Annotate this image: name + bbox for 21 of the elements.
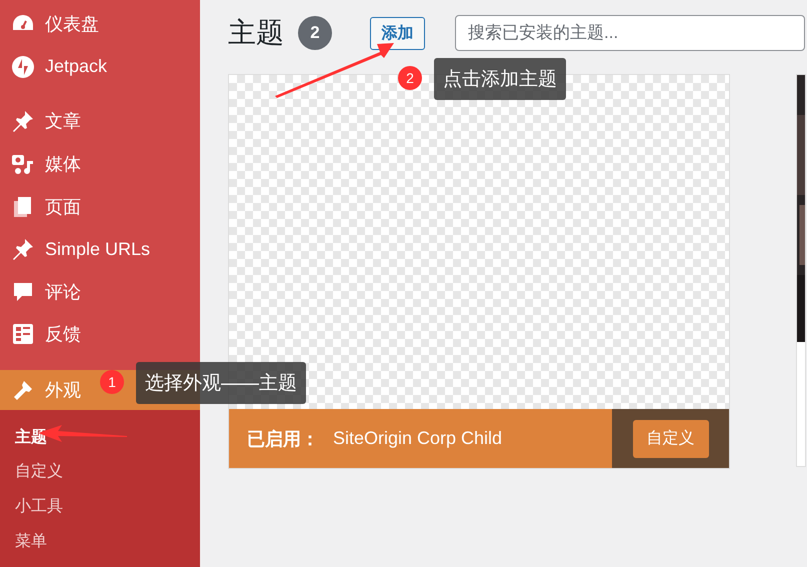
add-button[interactable]: 添加 <box>370 16 425 50</box>
menu-item[interactable]: 页面 <box>0 185 200 228</box>
callout-tooltip: 选择外观——主题 <box>136 362 306 404</box>
submenu-item[interactable]: 小工具 <box>0 489 200 524</box>
menu-item[interactable]: 反馈 <box>0 313 200 356</box>
menu-item[interactable]: Simple URLs <box>0 228 200 271</box>
submenu-item[interactable]: 菜单 <box>0 524 200 558</box>
menu-item[interactable]: 文章 <box>0 100 200 143</box>
customize-button[interactable]: 自定义 <box>632 420 708 458</box>
active-label: 已启用： <box>247 428 319 450</box>
menu-item[interactable]: 媒体 <box>0 142 200 186</box>
theme-name: SiteOrigin Corp Child <box>333 428 502 449</box>
menu-item[interactable]: 评论 <box>0 270 200 314</box>
search-field[interactable]: 搜索已安装的主题... <box>455 15 805 51</box>
theme-count-badge: 2 <box>298 16 332 50</box>
submenu-item[interactable]: 自定义 <box>0 454 200 490</box>
page-title: 主题 <box>228 16 284 50</box>
callout-tooltip: 点击添加主题 <box>434 58 566 100</box>
menu-item[interactable]: Jetpack <box>0 46 200 88</box>
menu-item[interactable]: 仪表盘 <box>0 3 200 46</box>
step-number-badge: 2 <box>398 66 422 90</box>
